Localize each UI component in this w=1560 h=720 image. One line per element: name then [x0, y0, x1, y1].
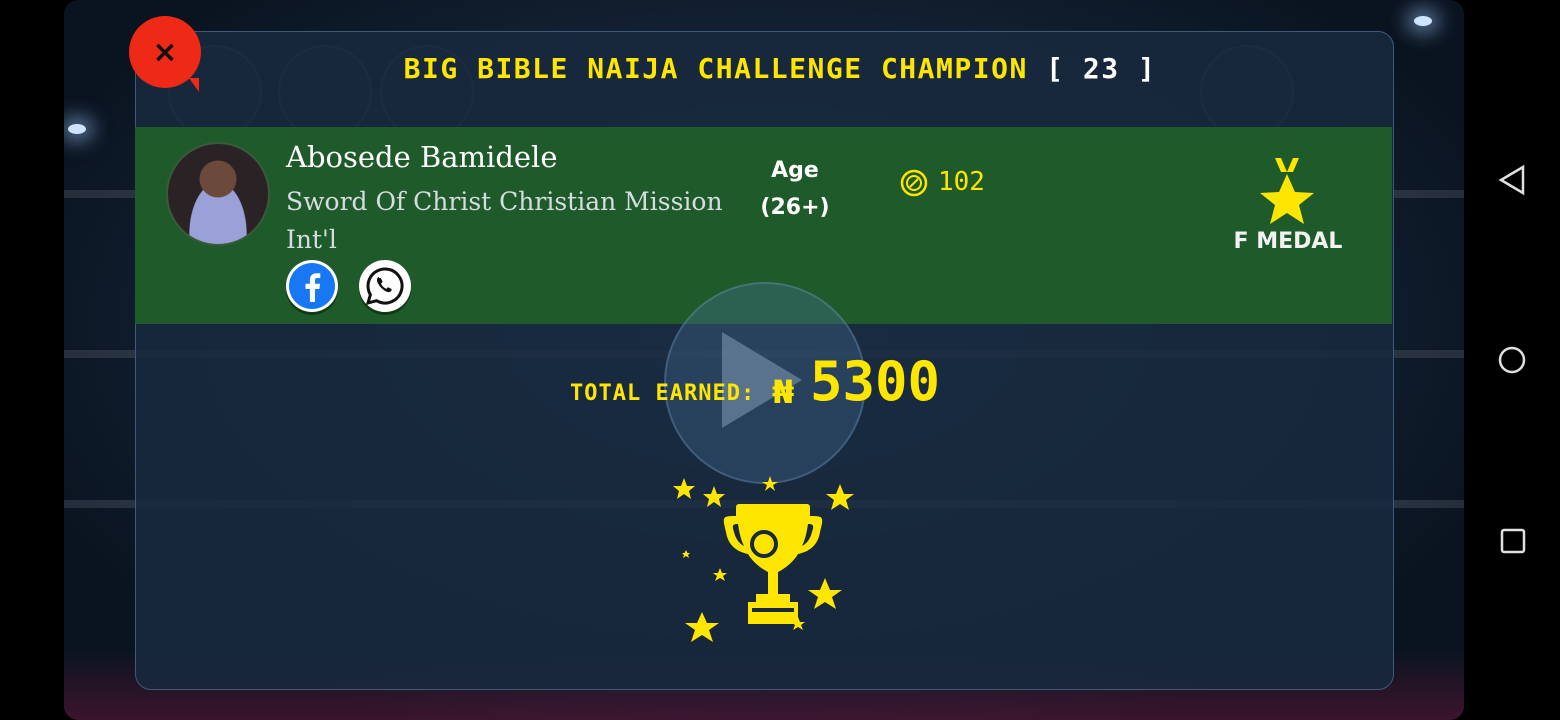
facebook-button[interactable] [286, 260, 338, 312]
home-icon[interactable] [1497, 344, 1527, 376]
close-button[interactable]: × [129, 16, 201, 92]
recents-icon[interactable] [1497, 526, 1527, 556]
spotlight [1414, 16, 1432, 26]
dialog-title-text: Big Bible Naija Challenge Champion [403, 52, 1028, 85]
coin-count: 102 [938, 167, 985, 197]
whatsapp-icon [362, 263, 408, 309]
player-organization: Sword Of Christ Christian Mission Int'l [286, 187, 723, 254]
age-label: Age [771, 158, 819, 183]
trophy-icon [673, 476, 854, 642]
player-name: Abosede Bamidele [286, 140, 558, 174]
medal-icon [1260, 158, 1314, 224]
dialog-title: Big Bible Naija Challenge Champion [ 23 … [0, 52, 1560, 85]
back-icon[interactable] [1497, 164, 1527, 196]
total-earned-value: 5300 [810, 350, 941, 413]
avatar[interactable] [166, 142, 270, 246]
whatsapp-button[interactable] [359, 260, 411, 312]
close-icon: × [152, 34, 178, 70]
champion-count: [ 23 ] [1046, 52, 1157, 85]
spotlight [68, 124, 86, 134]
medal-label: F MEDAL [1233, 229, 1343, 254]
coin-icon [900, 169, 928, 197]
facebook-icon [289, 263, 335, 309]
total-earned-label: Total Earned: [570, 381, 756, 406]
currency-symbol: ₦ [772, 373, 795, 411]
age-value: (26+) [760, 195, 830, 220]
